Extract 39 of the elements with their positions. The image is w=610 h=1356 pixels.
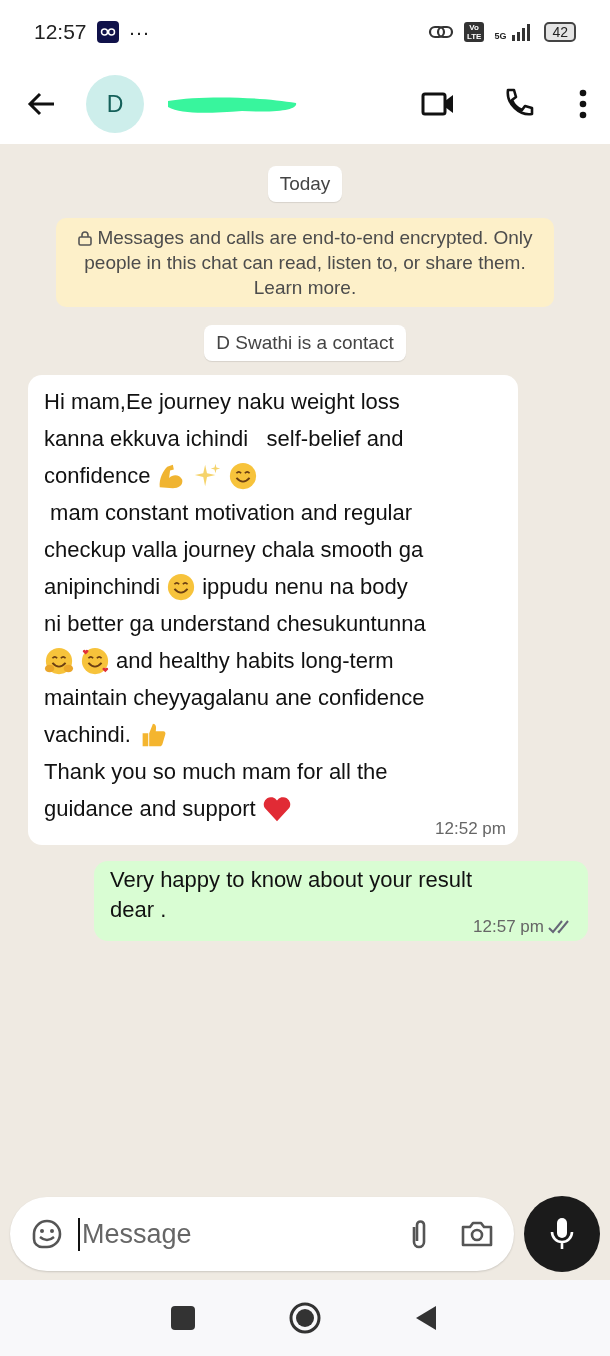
contact-avatar[interactable]: D xyxy=(86,75,144,133)
message-text: ni better ga understand chesukuntunna xyxy=(44,610,426,637)
date-chip: Today xyxy=(267,166,343,202)
status-time: 12:57 xyxy=(34,20,87,44)
message-time: 12:57 pm xyxy=(473,917,544,937)
hugging-face-icon xyxy=(44,645,74,676)
volte-icon: Vo LTE xyxy=(463,22,485,42)
message-text: maintain cheyyagalanu ane confidence xyxy=(44,684,425,711)
message-text: checkup valla journey chala smooth ga xyxy=(44,536,424,563)
message-text: guidance and support xyxy=(44,795,256,822)
message-text: kanna ekkuva ichindi self-belief and xyxy=(44,425,404,452)
message-field[interactable]: Message xyxy=(10,1197,514,1271)
glasses-app-icon xyxy=(96,21,119,43)
smiling-face-icon xyxy=(228,460,259,491)
battery-level: 42 xyxy=(544,22,576,42)
message-text: Very happy to know about your result xyxy=(110,867,472,893)
message-text: mam constant motivation and regular xyxy=(49,499,413,526)
smiling-face-icon xyxy=(166,571,197,602)
encryption-notice[interactable]: Messages and calls are end-to-end encrypted. Only people in this chat can read, listen to, or share them. Learn more. xyxy=(56,218,554,307)
network-type: 5G xyxy=(494,31,507,41)
home-icon[interactable] xyxy=(288,1301,322,1335)
message-input[interactable]: Message xyxy=(78,1217,388,1251)
message-text: dear . xyxy=(110,897,167,923)
message-time: 12:52 pm xyxy=(435,819,506,839)
message-text: confidence xyxy=(44,462,151,489)
more-notifications: ··· xyxy=(128,20,150,44)
recents-icon[interactable] xyxy=(170,1305,196,1331)
lock-icon xyxy=(77,230,94,246)
message-text: Thank you so much mam for all the xyxy=(44,758,388,785)
face-with-hearts-icon xyxy=(80,645,110,676)
message-text: vachindi. xyxy=(44,721,131,748)
more-options-icon[interactable] xyxy=(578,89,588,119)
link-icon xyxy=(427,23,454,41)
message-text: and healthy habits long-term xyxy=(116,647,394,674)
message-text: anipinchindi xyxy=(44,573,161,600)
sticker-icon[interactable] xyxy=(30,1217,64,1251)
message-text: Hi mam,Ee journey naku weight loss xyxy=(44,388,400,415)
contact-notice: D Swathi is a contact xyxy=(204,325,406,361)
message-text: ippudu nenu na body xyxy=(202,573,408,600)
